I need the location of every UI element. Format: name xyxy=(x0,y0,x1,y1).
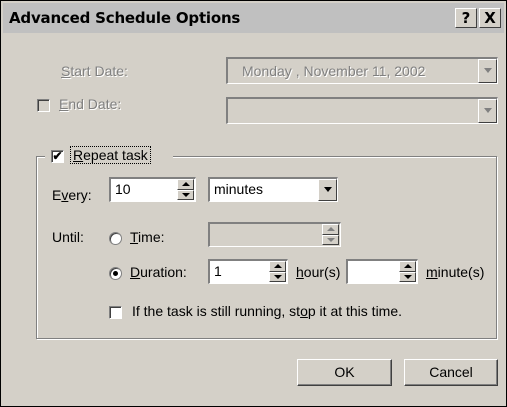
until-label: Until: xyxy=(52,229,84,245)
spin-up-button[interactable] xyxy=(322,224,339,235)
time-radio[interactable] xyxy=(109,232,122,245)
every-unit-dropdown-button[interactable] xyxy=(318,179,337,201)
spin-down-button[interactable] xyxy=(399,272,416,282)
time-spinner[interactable] xyxy=(322,224,339,245)
ok-button[interactable]: OK xyxy=(297,359,392,386)
arrow-up-icon xyxy=(182,182,190,186)
checkmark-icon: ✔ xyxy=(52,149,63,163)
chevron-down-icon xyxy=(324,187,332,192)
every-spinner[interactable] xyxy=(177,179,194,200)
arrow-down-icon xyxy=(404,275,412,279)
arrow-up-icon xyxy=(274,264,282,268)
spin-up-button[interactable] xyxy=(399,261,416,272)
help-button[interactable]: ? xyxy=(455,8,477,28)
arrow-down-icon xyxy=(182,193,190,197)
spin-down-button[interactable] xyxy=(322,235,339,245)
duration-label: Duration: xyxy=(130,264,187,280)
arrow-down-icon xyxy=(327,238,335,242)
minutes-spinner[interactable] xyxy=(399,261,416,282)
help-icon: ? xyxy=(461,9,471,27)
chevron-down-icon xyxy=(484,68,492,73)
start-date-label: Start Date: xyxy=(61,63,128,79)
start-date-dropdown-button[interactable] xyxy=(478,59,497,83)
advanced-schedule-dialog: Advanced Schedule Options ? X Start Date… xyxy=(0,0,507,407)
arrow-up-icon xyxy=(404,264,412,268)
chevron-down-icon xyxy=(484,108,492,113)
hours-spinner[interactable] xyxy=(269,261,286,282)
repeat-task-checkbox[interactable]: ✔ xyxy=(51,150,64,163)
start-date-picker[interactable]: Monday , November 11, 2002 xyxy=(226,57,498,84)
start-date-value: Monday , November 11, 2002 xyxy=(242,63,426,79)
spin-down-button[interactable] xyxy=(177,190,194,200)
duration-hours-value: 1 xyxy=(214,263,222,279)
spin-down-button[interactable] xyxy=(269,272,286,282)
stop-task-checkbox[interactable] xyxy=(109,306,122,319)
end-date-label: End Date: xyxy=(59,96,122,112)
minutes-unit-label: minute(s) xyxy=(426,264,485,280)
close-button[interactable]: X xyxy=(479,8,501,28)
repeat-task-label: Repeat task xyxy=(70,146,151,164)
spin-up-button[interactable] xyxy=(177,179,194,190)
radio-selected-dot xyxy=(113,271,118,276)
title-bar: Advanced Schedule Options ? X xyxy=(3,3,504,33)
every-unit-select[interactable]: minutes xyxy=(208,177,338,202)
every-unit-value: minutes xyxy=(214,181,264,197)
arrow-up-icon xyxy=(327,227,335,231)
dialog-title: Advanced Schedule Options xyxy=(9,9,241,27)
spin-up-button[interactable] xyxy=(269,261,286,272)
time-label: Time: xyxy=(130,229,165,245)
every-value: 10 xyxy=(115,181,131,197)
hours-unit-label: hour(s) xyxy=(296,264,341,280)
end-date-dropdown-button[interactable] xyxy=(478,99,497,123)
close-icon: X xyxy=(484,9,496,27)
stop-task-label: If the task is still running, stop it at… xyxy=(132,303,403,319)
end-date-picker[interactable] xyxy=(226,97,498,124)
end-date-checkbox[interactable] xyxy=(37,99,50,112)
cancel-button[interactable]: Cancel xyxy=(404,359,498,386)
every-label: Every: xyxy=(52,187,92,203)
duration-radio[interactable] xyxy=(109,267,122,280)
arrow-down-icon xyxy=(274,275,282,279)
